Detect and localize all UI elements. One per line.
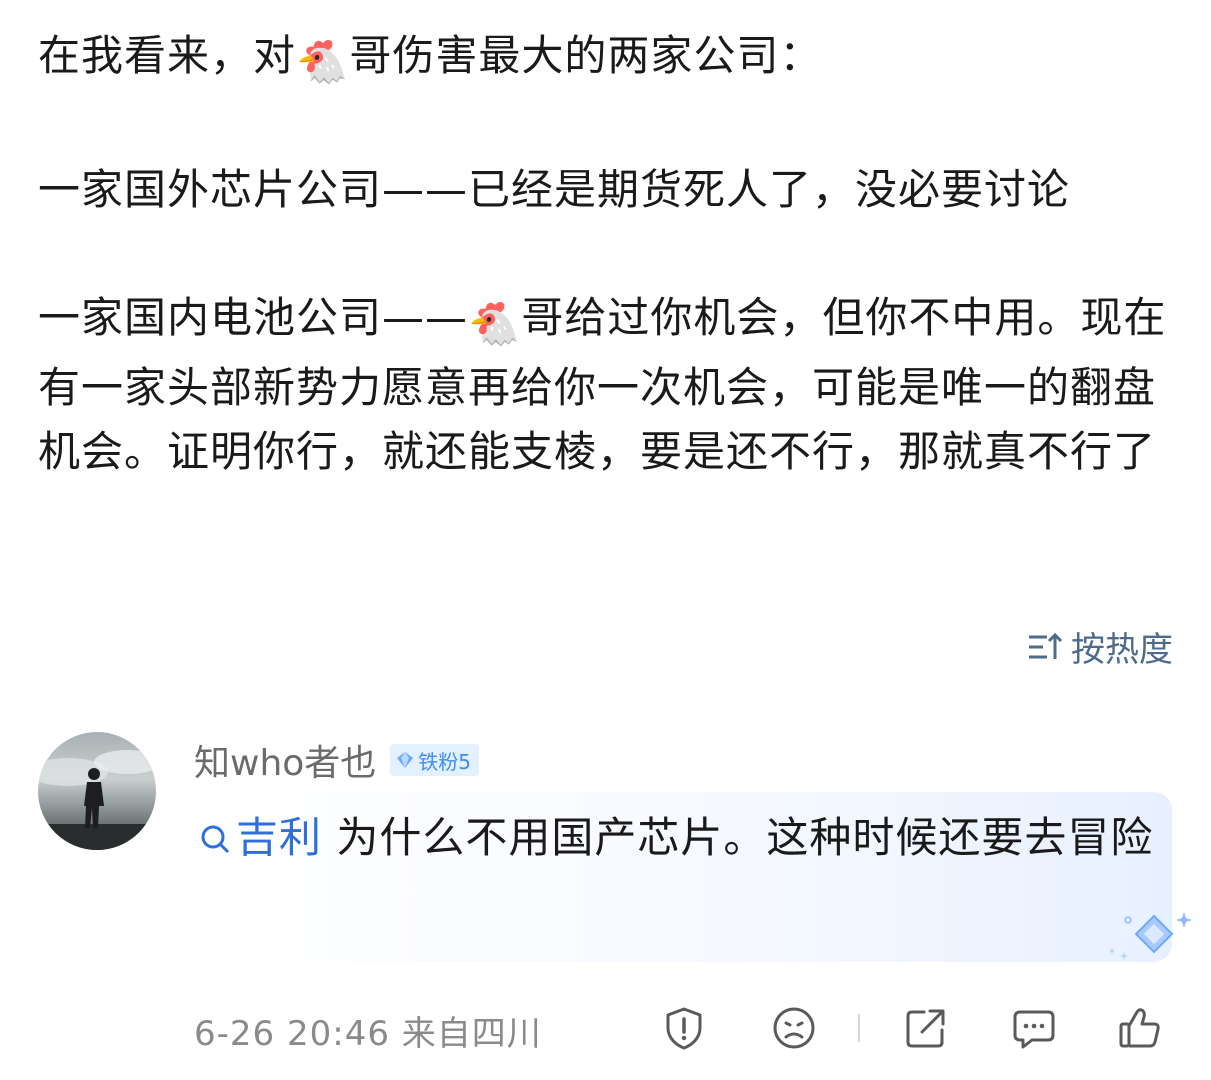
avatar-image xyxy=(38,750,156,850)
sort-by-hot-button[interactable]: 按热度 xyxy=(1027,622,1173,671)
search-icon xyxy=(201,825,230,854)
comment-text: 吉利 为什么不用国产芯片。这种时候还要去冒险 xyxy=(198,802,1158,874)
report-button[interactable] xyxy=(660,1004,708,1056)
share-icon xyxy=(906,1009,945,1048)
like-button[interactable] xyxy=(1116,1004,1164,1056)
comment-icon xyxy=(1013,1010,1055,1049)
diamond-icon xyxy=(397,752,414,768)
post-paragraph-3: 一家国内电池公司——🐔哥给过你机会，但你不中用。现在有一家头部新势力愿意再给你一… xyxy=(38,293,1167,476)
sort-label: 按热度 xyxy=(1071,630,1173,670)
search-term: 吉利 xyxy=(236,813,323,862)
fan-badge[interactable]: 铁粉5 xyxy=(390,744,480,776)
comment-location: 来自四川 xyxy=(401,1014,542,1054)
reply-button[interactable] xyxy=(1010,1004,1058,1056)
avatar[interactable] xyxy=(38,732,156,850)
post-paragraph-1: 在我看来，对🐔哥伤害最大的两家公司： xyxy=(38,24,1178,94)
sparkle-decoration-icon xyxy=(1108,908,1198,972)
comment-date: 6-26 20:46 xyxy=(194,1014,390,1054)
report-icon xyxy=(666,1007,702,1050)
comment-body: 为什么不用国产芯片。这种时候还要去冒险 xyxy=(322,813,1154,862)
badge-label: 铁粉5 xyxy=(418,749,472,774)
sort-icon xyxy=(1029,632,1063,659)
frown-icon xyxy=(773,1007,815,1049)
post-paragraph-2: 一家国外芯片公司——已经是期货死人了，没必要讨论 xyxy=(38,165,1071,214)
comment-meta: 6-26 20:46 来自四川 xyxy=(194,1006,542,1055)
chicken-emoji: 🐔 xyxy=(296,37,350,86)
chicken-emoji: 🐔 xyxy=(468,299,522,348)
post-content: 在我看来，对🐔哥伤害最大的两家公司： 一家国外芯片公司——已经是期货死人了，没必… xyxy=(38,24,1178,484)
share-button[interactable] xyxy=(902,1004,950,1056)
dislike-button[interactable] xyxy=(770,1004,818,1056)
thumbs-up-icon xyxy=(1119,1008,1160,1048)
actions-divider xyxy=(858,1014,860,1042)
username-text: 知who者也 xyxy=(194,743,377,784)
search-link[interactable]: 吉利 xyxy=(198,813,322,862)
comment-username[interactable]: 知who者也 铁粉5 xyxy=(194,734,480,786)
comment-actions xyxy=(660,1004,1170,1052)
